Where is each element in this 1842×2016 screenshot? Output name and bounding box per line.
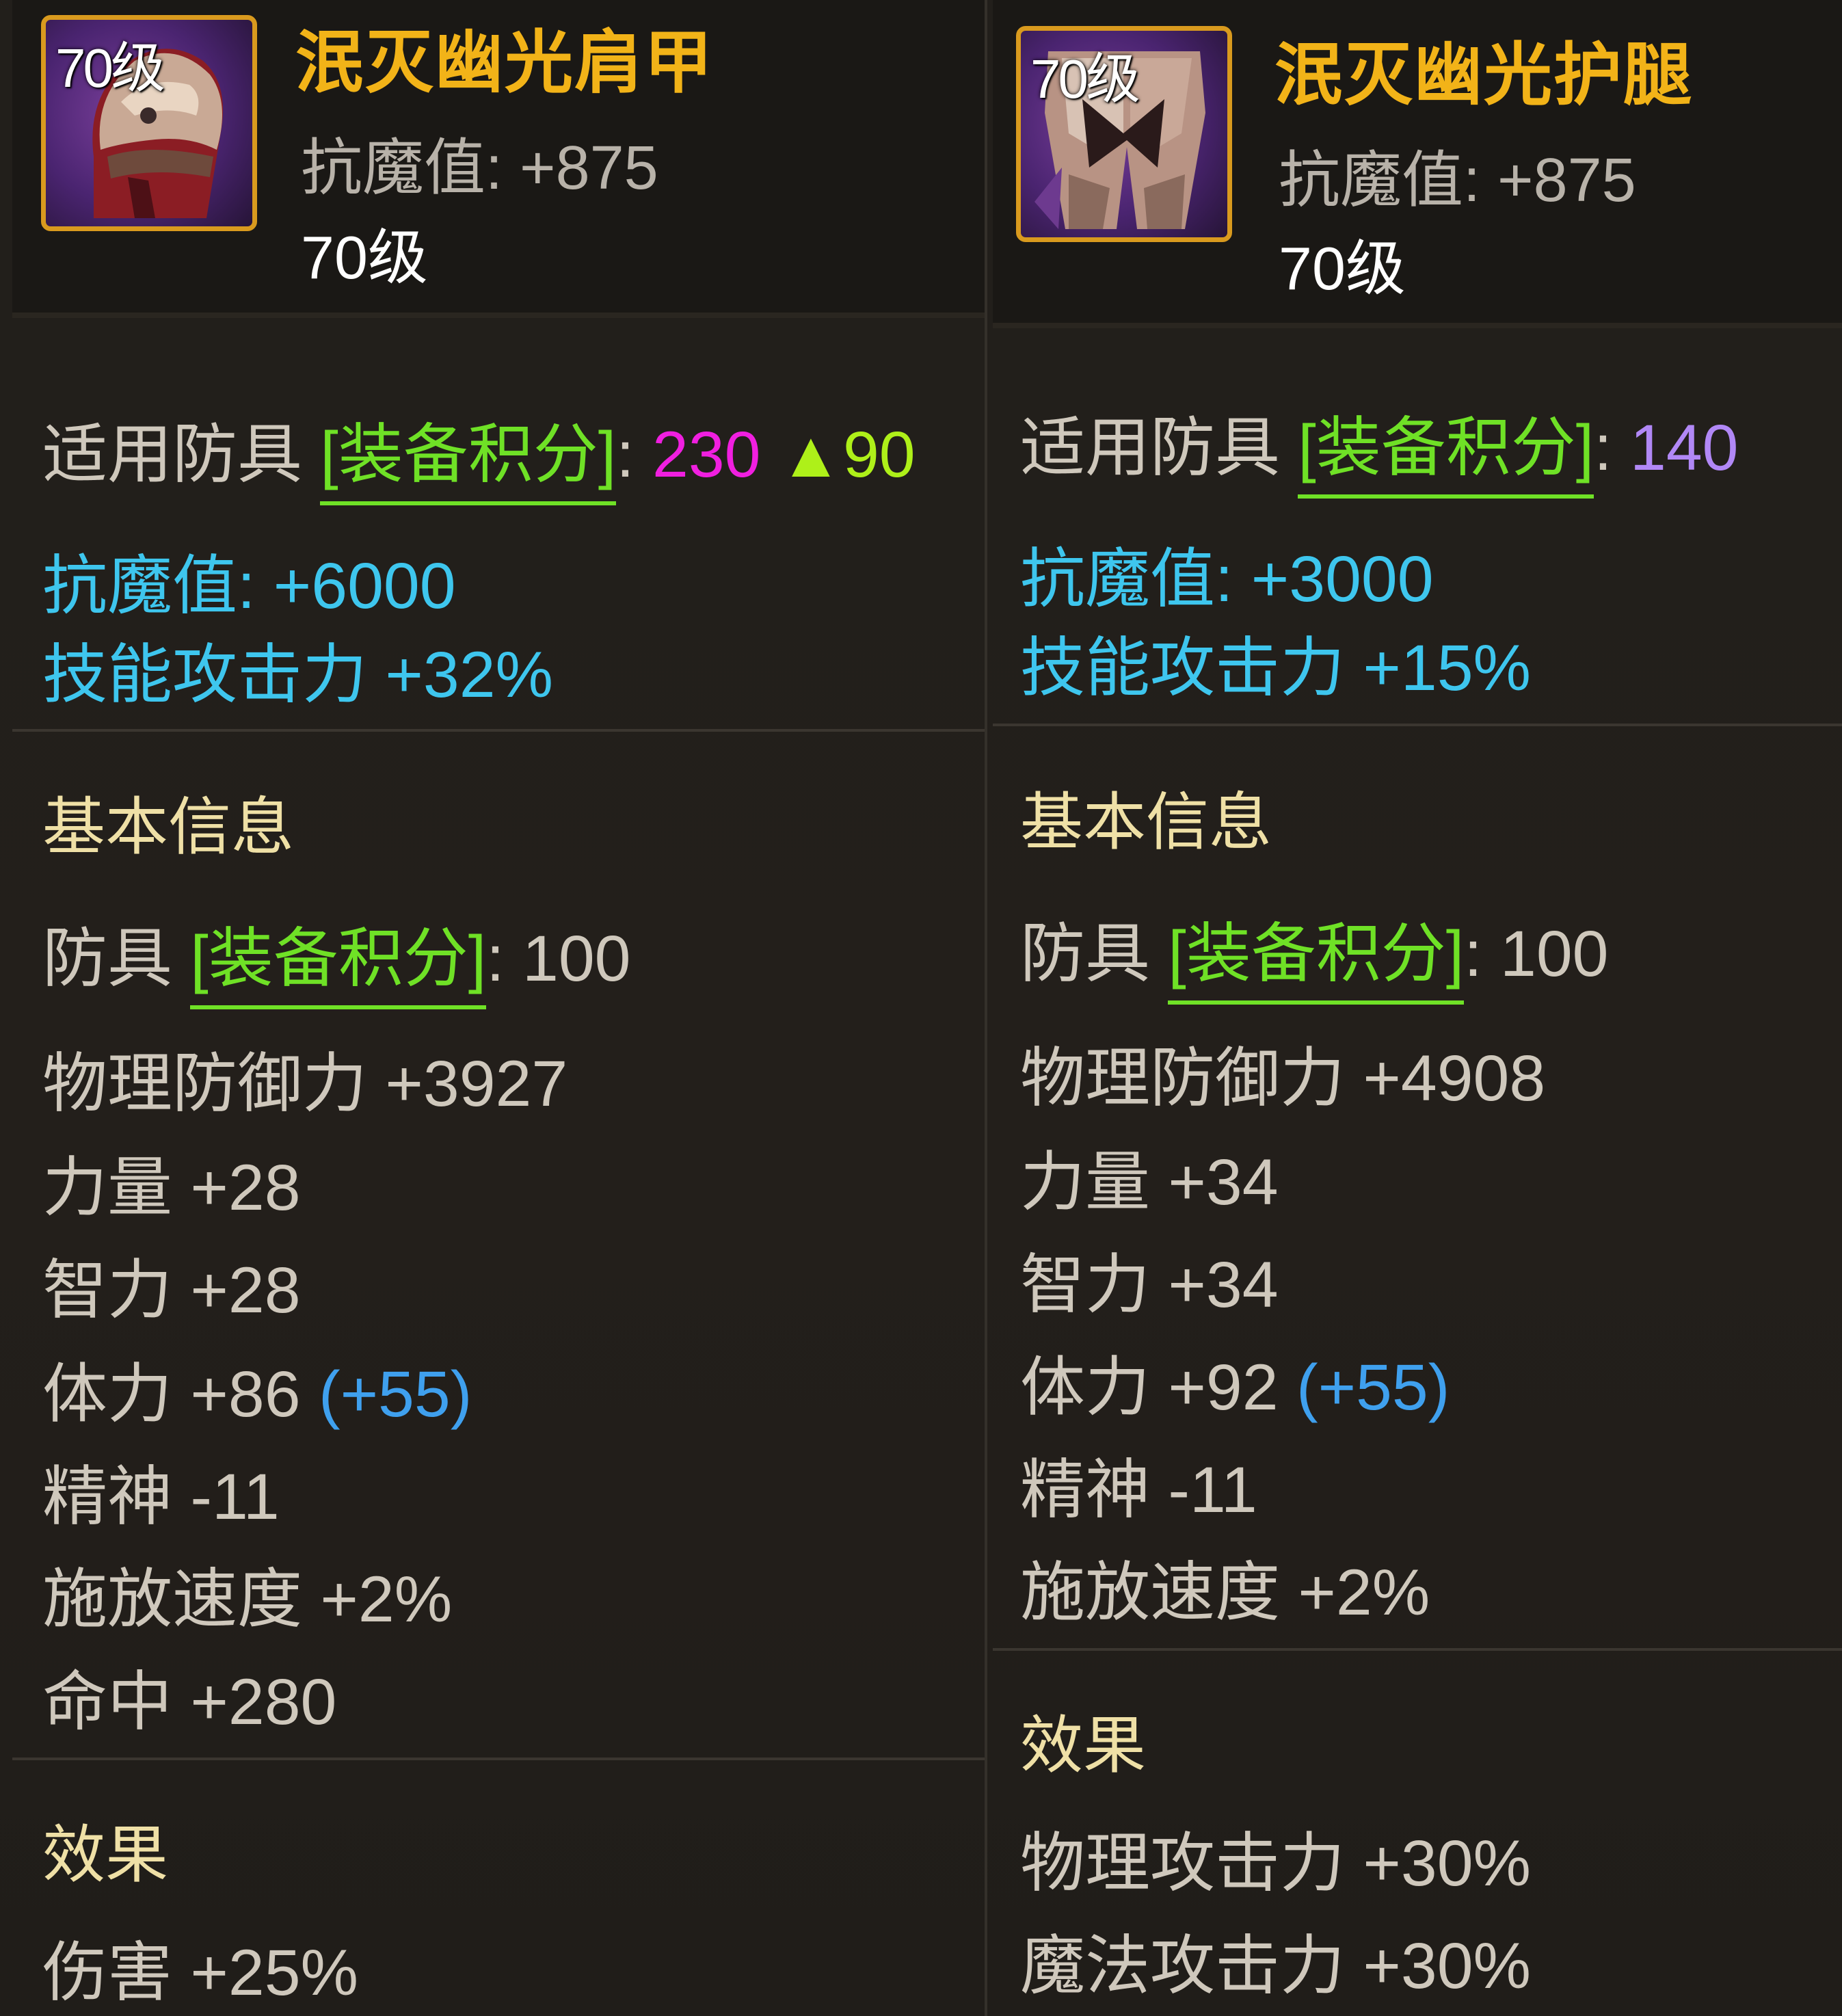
vitality-base: 体力 +86 xyxy=(42,1358,319,1431)
vitality-bonus: (+55) xyxy=(318,1358,472,1431)
base-score-line: 防具 [装备积分]: 100 xyxy=(1020,901,1609,1005)
base-score-value: : 100 xyxy=(1464,918,1609,990)
effects-heading: 效果 xyxy=(42,1820,169,1890)
cast-speed-stat: 施放速度 +2% xyxy=(42,1563,453,1636)
score-value: 140 xyxy=(1630,412,1739,484)
score-colon: : xyxy=(616,419,652,491)
header-magic-resist: 抗魔值: +875 xyxy=(1279,146,1636,215)
header-magic-resist: 抗魔值: +875 xyxy=(301,134,658,202)
base-score-link[interactable]: [装备积分] xyxy=(190,906,486,1009)
score-increase: ▲90 xyxy=(778,419,916,491)
header-divider xyxy=(993,323,1842,328)
item-name: 泯灭幽光肩甲 xyxy=(295,25,714,101)
equipment-score-link[interactable]: [装备积分] xyxy=(1298,395,1594,499)
basic-info-heading: 基本信息 xyxy=(42,793,295,862)
vitality-base: 体力 +92 xyxy=(1020,1351,1296,1424)
score-prefix: 适用防具 xyxy=(42,419,321,491)
leg-armor-icon[interactable]: 70级 xyxy=(1016,26,1232,242)
intellect-stat: 智力 +34 xyxy=(1020,1249,1279,1321)
header-divider xyxy=(12,313,985,318)
skill-attack-stat: 技能攻击力 +15% xyxy=(1020,632,1532,704)
equipment-score-line: 适用防具 [装备积分]: 230 ▲90 xyxy=(42,402,916,505)
base-score-line: 防具 [装备积分]: 100 xyxy=(42,906,631,1009)
effect-magic-attack: 魔法攻击力 +30% xyxy=(1020,1930,1532,2002)
skill-attack-stat: 技能攻击力 +32% xyxy=(42,639,554,711)
physical-defense-stat: 物理防御力 +3927 xyxy=(42,1048,568,1120)
base-score-prefix: 防具 xyxy=(42,923,191,995)
icon-level-badge: 70级 xyxy=(1030,49,1140,109)
magic-resist-stat: 抗魔值: +3000 xyxy=(1020,543,1434,615)
base-score-link[interactable]: [装备积分] xyxy=(1168,901,1464,1005)
equipment-score-link[interactable]: [装备积分] xyxy=(320,402,616,505)
shoulder-armor-icon[interactable]: 70级 xyxy=(41,15,257,231)
strength-stat: 力量 +28 xyxy=(42,1152,301,1224)
basic-info-heading: 基本信息 xyxy=(1020,788,1272,858)
vitality-bonus: (+55) xyxy=(1296,1351,1450,1424)
score-value: 230 xyxy=(652,419,761,491)
spirit-stat: 精神 -11 xyxy=(1020,1454,1257,1526)
hit-stat: 命中 +280 xyxy=(42,1666,337,1738)
icon-level-badge: 70级 xyxy=(55,38,165,98)
header-level: 70级 xyxy=(301,224,428,291)
equipment-score-line: 适用防具 [装备积分]: 140 xyxy=(1020,395,1739,499)
score-prefix: 适用防具 xyxy=(1020,412,1298,484)
item-tooltip-leggings: 70级 泯灭幽光护腿 抗魔值: +875 70级 适用防具 [装备积分]: 14… xyxy=(987,0,1842,2016)
base-score-value: : 100 xyxy=(486,923,631,995)
strength-stat: 力量 +34 xyxy=(1020,1146,1279,1219)
vitality-stat: 体力 +86 (+55) xyxy=(42,1342,472,1435)
intellect-stat: 智力 +28 xyxy=(42,1254,301,1327)
section-divider xyxy=(993,724,1842,726)
vitality-stat: 体力 +92 (+55) xyxy=(1020,1335,1450,1429)
physical-defense-stat: 物理防御力 +4908 xyxy=(1020,1042,1546,1115)
section-divider xyxy=(12,1758,985,1760)
spirit-stat: 精神 -11 xyxy=(42,1461,280,1533)
base-score-prefix: 防具 xyxy=(1020,918,1169,990)
item-name: 泯灭幽光护腿 xyxy=(1274,37,1693,114)
magic-resist-stat: 抗魔值: +6000 xyxy=(42,550,456,622)
cast-speed-stat: 施放速度 +2% xyxy=(1020,1556,1430,1629)
effect-damage: 伤害 +25% xyxy=(42,1937,359,2009)
effects-heading: 效果 xyxy=(1020,1711,1147,1781)
effect-physical-attack: 物理攻击力 +30% xyxy=(1020,1827,1532,1900)
item-tooltip-shoulder: 70级 泯灭幽光肩甲 抗魔值: +875 70级 适用防具 [装备积分]: 23… xyxy=(0,0,985,2016)
section-divider xyxy=(993,1648,1842,1651)
section-divider xyxy=(12,729,985,732)
header-level: 70级 xyxy=(1279,235,1406,302)
score-colon: : xyxy=(1594,412,1630,484)
